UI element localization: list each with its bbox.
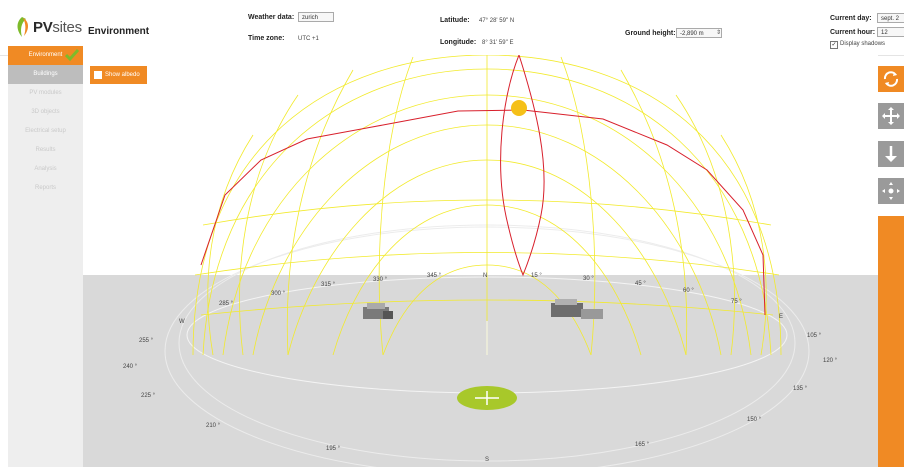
show-albedo-label: Show albedo [105,72,140,78]
azimuth-label: 60 ° [683,288,694,294]
azimuth-label: 75 ° [731,299,742,305]
azimuth-label: 120 ° [823,358,838,364]
move-down-button[interactable] [878,141,904,167]
current-hour-label: Current hour: [830,29,876,36]
azimuth-label: 240 ° [123,364,138,370]
sidebar-item-reports[interactable]: Reports [8,179,83,198]
compass-north: N [483,273,487,279]
time-zone-value: UTC +1 [298,36,319,42]
compass-east: E [779,314,783,320]
azimuth-label: 105 ° [807,333,822,339]
sidebar-item-3d-objects[interactable]: 3D objects [8,103,83,122]
display-shadows-label: Display shadows [840,41,886,47]
sidebar-item-buildings[interactable]: Buildings [8,65,83,84]
zoom-fit-button[interactable] [878,178,904,204]
display-shadows-checkbox[interactable]: ✓ [830,41,838,49]
azimuth-label: 300 ° [271,291,286,297]
rotate-icon [883,71,899,87]
move-down-icon [885,146,897,162]
weather-data-label: Weather data: [248,14,295,21]
azimuth-label: 255 ° [139,338,154,344]
azimuth-label: 15 ° [531,273,542,279]
compass-south: S [485,457,489,463]
check-icon [65,49,79,62]
sidebar-item-environment[interactable]: Environment [8,46,83,65]
sidebar-item-pv-modules[interactable]: PV modules [8,84,83,103]
latitude-value: 47° 28' 59'' N [479,18,515,24]
sidebar-item-label: Reports [34,185,56,191]
sidebar-item-electrical-setup[interactable]: Electrical setup [8,122,83,141]
azimuth-label: 150 ° [747,417,762,423]
sidebar-item-label: PV modules [29,90,62,96]
show-albedo-checkbox[interactable] [94,71,102,79]
longitude-value: 8° 31' 59'' E [482,40,514,46]
sidebar-item-analysis[interactable]: Analysis [8,160,83,179]
longitude-label: Longitude: [440,39,477,46]
leaf-logo-icon [17,17,29,37]
azimuth-label: 285 ° [219,301,234,307]
azimuth-label: 195 ° [326,446,341,452]
ground-plane [83,275,878,467]
compass-west: W [179,319,185,325]
zoom-fit-icon [882,182,900,200]
latitude-label: Latitude: [440,17,470,24]
rotate-view-button[interactable] [878,66,904,92]
sidebar-item-label: Buildings [33,71,58,77]
azimuth-label: 315 ° [321,282,336,288]
sidebar-item-label: Analysis [34,166,57,172]
pvsites-logo: PVsites [14,14,82,40]
logo-text: PVsites [33,18,82,36]
azimuth-label: 30 ° [583,276,594,282]
azimuth-label: 135 ° [793,386,808,392]
azimuth-label: 345 ° [427,273,442,279]
azimuth-label: 225 ° [141,393,156,399]
ground-height-label: Ground height: [625,30,676,37]
sidebar-item-results[interactable]: Results [8,141,83,160]
pan-icon [882,107,900,125]
azimuth-label: 45 ° [635,281,646,287]
sidebar-item-label: Electrical setup [25,128,66,134]
3d-viewport[interactable]: N S E W 345 ° 15 ° 30 ° 45 ° 60 ° 75 ° 3… [83,55,878,467]
sidebar-item-label: Results [35,147,56,153]
tool-panel-strip [878,216,904,467]
sidebar-item-label: 3D objects [31,109,60,115]
azimuth-label: 165 ° [635,442,650,448]
current-day-input[interactable]: sept. 2 [877,13,904,23]
show-albedo-toggle[interactable]: Show albedo [90,66,147,84]
azimuth-label: 210 ° [206,423,221,429]
scene-canvas: N S E W 345 ° 15 ° 30 ° 45 ° 60 ° 75 ° 3… [83,55,878,467]
pan-view-button[interactable] [878,103,904,129]
sidebar-nav: Environment Buildings PV modules 3D obje… [8,46,83,467]
sidebar-item-label: Environment [28,52,63,58]
current-hour-input[interactable]: 12 [877,27,904,37]
azimuth-label: 330 ° [373,277,388,283]
current-day-label: Current day: [830,15,872,22]
page-title: Environment [88,26,150,37]
top-header: PVsites Environment Weather data: zurich… [0,0,904,56]
stepper-icon[interactable]: ⇕ [716,29,721,36]
weather-data-select[interactable]: zurich [298,12,334,22]
time-zone-label: Time zone: [248,35,285,42]
sun-icon[interactable] [511,100,527,116]
